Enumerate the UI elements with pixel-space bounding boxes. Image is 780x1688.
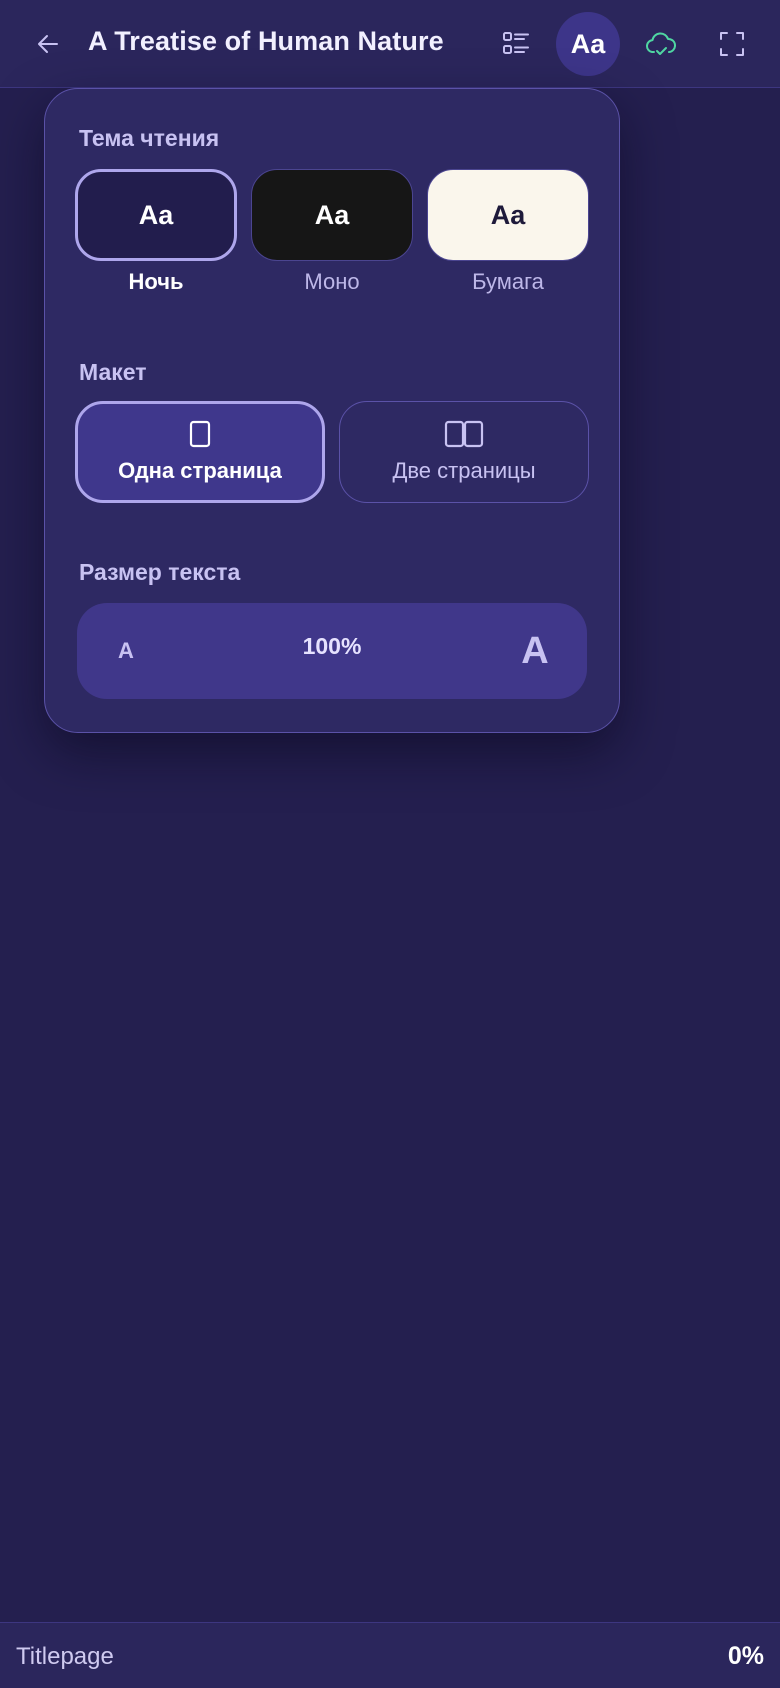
fullscreen-button[interactable] <box>700 12 764 76</box>
layout-section-title: Макет <box>79 359 147 385</box>
current-chapter: Titlepage <box>16 1643 114 1670</box>
theme-sample: Aa <box>490 199 526 230</box>
decrease-text-size-button[interactable]: A <box>101 625 151 677</box>
typography-label: Aa <box>570 28 606 59</box>
reader-settings-popover: Тема чтения Aa Aa Aa Ночь Моно Бумага Ма… <box>44 88 620 733</box>
layout-two-pages-option[interactable]: Две страницы <box>339 401 589 503</box>
theme-mono-label: Моно <box>304 269 360 294</box>
two-pages-icon <box>444 420 484 448</box>
theme-sample: Aa <box>138 199 174 230</box>
text-size-control: A 100% A <box>77 603 587 699</box>
cloud-sync-button[interactable] <box>628 12 692 76</box>
cloud-check-icon <box>646 32 676 55</box>
layout-single-label: Одна страница <box>118 458 282 483</box>
theme-sample: Aa <box>314 199 350 230</box>
layout-single-page-option[interactable]: Одна страница <box>75 401 325 503</box>
top-bar: A Treatise of Human Nature Aa <box>0 0 780 88</box>
typography-settings-button[interactable]: Aa <box>556 12 620 76</box>
back-button[interactable] <box>28 24 68 64</box>
text-size-value: 100% <box>302 633 362 659</box>
arrow-left-icon <box>38 35 58 53</box>
book-title: A Treatise of Human Nature <box>88 26 444 56</box>
reading-progress: 0% <box>727 1642 764 1670</box>
fullscreen-icon <box>720 32 744 56</box>
theme-paper-option[interactable]: Aa <box>427 169 589 261</box>
layout-double-label: Две страницы <box>392 458 536 483</box>
single-page-icon <box>189 420 211 448</box>
theme-mono-option[interactable]: Aa <box>251 169 413 261</box>
table-of-contents-button[interactable] <box>484 12 548 76</box>
text-size-section-title: Размер текста <box>79 559 241 585</box>
theme-night-label: Ночь <box>128 269 184 294</box>
theme-night-option[interactable]: Aa <box>75 169 237 261</box>
reader-app: A Treatise of Human Nature Aa Тема чтени… <box>0 0 780 1688</box>
theme-paper-label: Бумага <box>472 269 544 294</box>
list-icon <box>503 32 529 54</box>
increase-text-size-button[interactable]: A <box>507 621 563 681</box>
theme-section-title: Тема чтения <box>79 125 220 151</box>
reader-footer: Titlepage 0% <box>0 1622 780 1688</box>
